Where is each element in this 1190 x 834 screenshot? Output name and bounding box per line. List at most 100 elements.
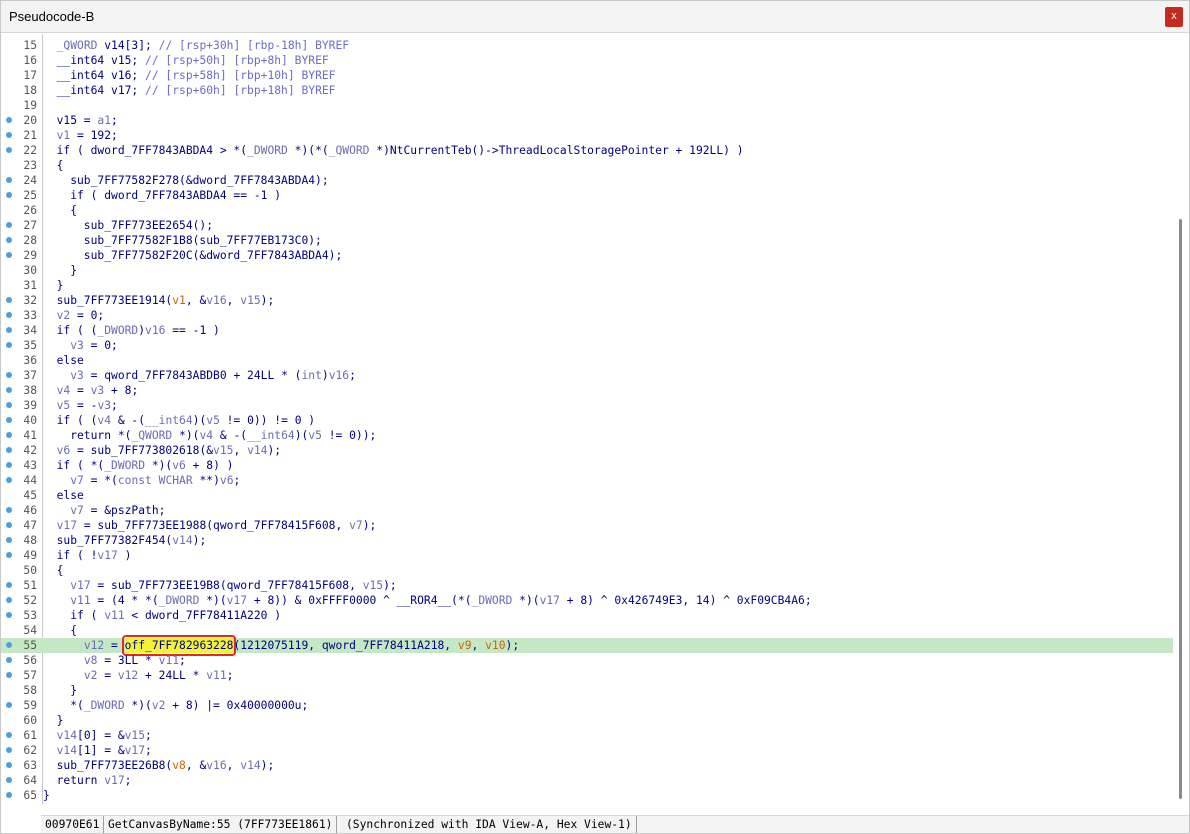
code-text[interactable]: if ( dword_7FF7843ABDA4 > *(_DWORD *)(*(… bbox=[43, 143, 744, 158]
code-line[interactable]: 64 return v17; bbox=[1, 773, 1173, 788]
code-line[interactable]: 36 else bbox=[1, 353, 1173, 368]
code-text[interactable]: sub_7FF77382F454(v14); bbox=[43, 533, 207, 548]
code-text[interactable]: v5 = -v3; bbox=[43, 398, 118, 413]
code-line[interactable]: 20 v15 = a1; bbox=[1, 113, 1173, 128]
code-text[interactable]: if ( dword_7FF7843ABDA4 == -1 ) bbox=[43, 188, 281, 203]
code-line[interactable]: 19 bbox=[1, 98, 1173, 113]
code-text[interactable]: else bbox=[43, 353, 84, 368]
code-text[interactable]: v7 = *(const WCHAR **)v6; bbox=[43, 473, 240, 488]
code-line[interactable]: 28 sub_7FF77582F1B8(sub_7FF77EB173C0); bbox=[1, 233, 1173, 248]
code-line[interactable]: 40 if ( (v4 & -(__int64)(v5 != 0)) != 0 … bbox=[1, 413, 1173, 428]
pseudocode-view[interactable]: 15 _QWORD v14[3]; // [rsp+30h] [rbp-18h]… bbox=[1, 34, 1173, 815]
code-text[interactable]: if ( v11 < dword_7FF78411A220 ) bbox=[43, 608, 281, 623]
code-text[interactable]: __int64 v15; // [rsp+50h] [rbp+8h] BYREF bbox=[43, 53, 329, 68]
code-line[interactable]: 54 { bbox=[1, 623, 1173, 638]
code-text[interactable]: v14[0] = &v15; bbox=[43, 728, 152, 743]
code-text[interactable]: return v17; bbox=[43, 773, 132, 788]
code-line[interactable]: 60 } bbox=[1, 713, 1173, 728]
code-text[interactable]: v17 = sub_7FF773EE19B8(qword_7FF78415F60… bbox=[43, 578, 396, 593]
code-line[interactable]: 16 __int64 v15; // [rsp+50h] [rbp+8h] BY… bbox=[1, 53, 1173, 68]
code-text[interactable]: v4 = v3 + 8; bbox=[43, 383, 139, 398]
vertical-scrollbar[interactable] bbox=[1173, 34, 1189, 815]
code-text[interactable]: sub_7FF77582F1B8(sub_7FF77EB173C0); bbox=[43, 233, 322, 248]
code-text[interactable]: } bbox=[43, 683, 77, 698]
code-text[interactable]: sub_7FF77582F20C(&dword_7FF7843ABDA4); bbox=[43, 248, 342, 263]
code-line[interactable]: 27 sub_7FF773EE2654(); bbox=[1, 218, 1173, 233]
code-line[interactable]: 41 return *(_QWORD *)(v4 & -(__int64)(v5… bbox=[1, 428, 1173, 443]
code-line[interactable]: 31 } bbox=[1, 278, 1173, 293]
code-text[interactable]: } bbox=[43, 278, 64, 293]
code-text[interactable]: v2 = v12 + 24LL * v11; bbox=[43, 668, 234, 683]
code-line[interactable]: 62 v14[1] = &v17; bbox=[1, 743, 1173, 758]
code-line[interactable]: 57 v2 = v12 + 24LL * v11; bbox=[1, 668, 1173, 683]
code-line[interactable]: 23 { bbox=[1, 158, 1173, 173]
code-line[interactable]: 55 v12 = off_7FF782963228(1212075119, qw… bbox=[1, 635, 1173, 656]
code-text[interactable]: v7 = &pszPath; bbox=[43, 503, 165, 518]
code-line[interactable]: 38 v4 = v3 + 8; bbox=[1, 383, 1173, 398]
code-line[interactable]: 65} bbox=[1, 788, 1173, 803]
code-text[interactable]: if ( !v17 ) bbox=[43, 548, 132, 563]
code-text[interactable]: v1 = 192; bbox=[43, 128, 118, 143]
code-line[interactable]: 53 if ( v11 < dword_7FF78411A220 ) bbox=[1, 608, 1173, 623]
code-text[interactable]: } bbox=[43, 713, 64, 728]
code-text[interactable]: if ( (v4 & -(__int64)(v5 != 0)) != 0 ) bbox=[43, 413, 316, 428]
code-text[interactable]: else bbox=[43, 488, 84, 503]
code-text[interactable]: sub_7FF773EE2654(); bbox=[43, 218, 213, 233]
close-button[interactable]: x bbox=[1165, 7, 1183, 27]
code-line[interactable]: 18 __int64 v17; // [rsp+60h] [rbp+18h] B… bbox=[1, 83, 1173, 98]
code-line[interactable]: 32 sub_7FF773EE1914(v1, &v16, v15); bbox=[1, 293, 1173, 308]
code-line[interactable]: 25 if ( dword_7FF7843ABDA4 == -1 ) bbox=[1, 188, 1173, 203]
code-line[interactable]: 24 sub_7FF77582F278(&dword_7FF7843ABDA4)… bbox=[1, 173, 1173, 188]
code-text[interactable]: v3 = qword_7FF7843ABDB0 + 24LL * (int)v1… bbox=[43, 368, 356, 383]
code-text[interactable]: v8 = 3LL * v11; bbox=[43, 653, 186, 668]
code-line[interactable]: 42 v6 = sub_7FF773802618(&v15, v14); bbox=[1, 443, 1173, 458]
code-line[interactable]: 34 if ( (_DWORD)v16 == -1 ) bbox=[1, 323, 1173, 338]
code-text[interactable]: v3 = 0; bbox=[43, 338, 118, 353]
code-line[interactable]: 47 v17 = sub_7FF773EE1988(qword_7FF78415… bbox=[1, 518, 1173, 533]
code-line[interactable]: 39 v5 = -v3; bbox=[1, 398, 1173, 413]
code-line[interactable]: 17 __int64 v16; // [rsp+58h] [rbp+10h] B… bbox=[1, 68, 1173, 83]
code-text[interactable]: { bbox=[43, 158, 64, 173]
code-text[interactable]: return *(_QWORD *)(v4 & -(__int64)(v5 !=… bbox=[43, 428, 376, 443]
code-line[interactable]: 29 sub_7FF77582F20C(&dword_7FF7843ABDA4)… bbox=[1, 248, 1173, 263]
code-text[interactable]: { bbox=[43, 203, 77, 218]
code-text[interactable]: v15 = a1; bbox=[43, 113, 118, 128]
code-line[interactable]: 56 v8 = 3LL * v11; bbox=[1, 653, 1173, 668]
code-line[interactable]: 49 if ( !v17 ) bbox=[1, 548, 1173, 563]
code-text[interactable]: v11 = (4 * *(_DWORD *)(v17 + 8)) & 0xFFF… bbox=[43, 593, 811, 608]
code-line[interactable]: 59 *(_DWORD *)(v2 + 8) |= 0x40000000u; bbox=[1, 698, 1173, 713]
code-text[interactable]: _QWORD v14[3]; // [rsp+30h] [rbp-18h] BY… bbox=[43, 38, 349, 53]
code-line[interactable]: 21 v1 = 192; bbox=[1, 128, 1173, 143]
code-line[interactable]: 61 v14[0] = &v15; bbox=[1, 728, 1173, 743]
code-line[interactable]: 63 sub_7FF773EE26B8(v8, &v16, v14); bbox=[1, 758, 1173, 773]
selected-identifier[interactable]: off_7FF782963228 bbox=[121, 635, 237, 656]
code-text[interactable]: __int64 v16; // [rsp+58h] [rbp+10h] BYRE… bbox=[43, 68, 336, 83]
code-line[interactable]: 35 v3 = 0; bbox=[1, 338, 1173, 353]
code-line[interactable]: 15 _QWORD v14[3]; // [rsp+30h] [rbp-18h]… bbox=[1, 38, 1173, 53]
code-text[interactable]: if ( (_DWORD)v16 == -1 ) bbox=[43, 323, 220, 338]
code-line[interactable]: 48 sub_7FF77382F454(v14); bbox=[1, 533, 1173, 548]
code-text[interactable]: v12 = off_7FF782963228(1212075119, qword… bbox=[43, 635, 519, 656]
code-text[interactable]: v2 = 0; bbox=[43, 308, 105, 323]
code-line[interactable]: 52 v11 = (4 * *(_DWORD *)(v17 + 8)) & 0x… bbox=[1, 593, 1173, 608]
code-line[interactable]: 44 v7 = *(const WCHAR **)v6; bbox=[1, 473, 1173, 488]
code-text[interactable]: __int64 v17; // [rsp+60h] [rbp+18h] BYRE… bbox=[43, 83, 336, 98]
scrollbar-thumb[interactable] bbox=[1179, 219, 1182, 799]
code-text[interactable]: sub_7FF773EE26B8(v8, &v16, v14); bbox=[43, 758, 275, 773]
code-text[interactable]: } bbox=[43, 263, 77, 278]
code-line[interactable]: 22 if ( dword_7FF7843ABDA4 > *(_DWORD *)… bbox=[1, 143, 1173, 158]
code-line[interactable]: 30 } bbox=[1, 263, 1173, 278]
code-text[interactable]: } bbox=[43, 788, 50, 803]
code-text[interactable]: sub_7FF773EE1914(v1, &v16, v15); bbox=[43, 293, 275, 308]
code-text[interactable]: v6 = sub_7FF773802618(&v15, v14); bbox=[43, 443, 281, 458]
code-text[interactable]: if ( *(_DWORD *)(v6 + 8) ) bbox=[43, 458, 234, 473]
code-text[interactable]: sub_7FF77582F278(&dword_7FF7843ABDA4); bbox=[43, 173, 328, 188]
code-text[interactable]: *(_DWORD *)(v2 + 8) |= 0x40000000u; bbox=[43, 698, 308, 713]
code-text[interactable]: v17 = sub_7FF773EE1988(qword_7FF78415F60… bbox=[43, 518, 377, 533]
code-line[interactable]: 46 v7 = &pszPath; bbox=[1, 503, 1173, 518]
code-line[interactable]: 43 if ( *(_DWORD *)(v6 + 8) ) bbox=[1, 458, 1173, 473]
code-line[interactable]: 45 else bbox=[1, 488, 1173, 503]
code-text[interactable]: v14[1] = &v17; bbox=[43, 743, 152, 758]
code-line[interactable]: 33 v2 = 0; bbox=[1, 308, 1173, 323]
code-line[interactable]: 26 { bbox=[1, 203, 1173, 218]
